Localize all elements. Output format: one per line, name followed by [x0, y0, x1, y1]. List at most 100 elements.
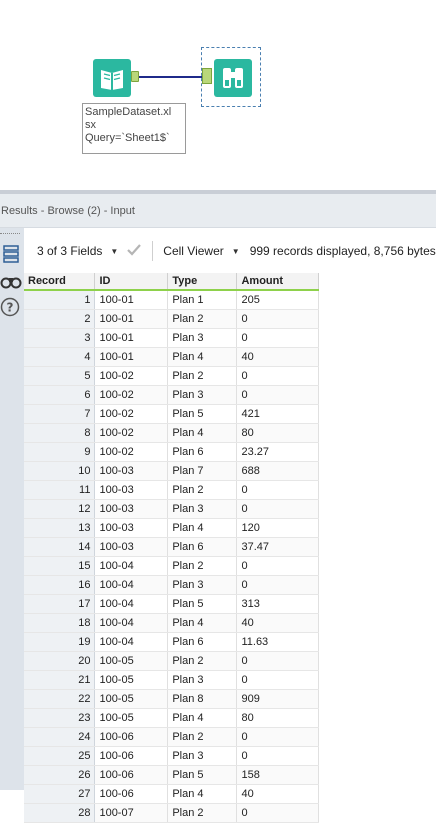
input-anchor[interactable]: [202, 68, 212, 84]
id-cell[interactable]: 100-03: [94, 499, 169, 519]
connection-line[interactable]: [131, 76, 203, 78]
table-row[interactable]: 13 100-03 Plan 4 120: [24, 518, 319, 538]
record-cell[interactable]: 16: [24, 575, 96, 595]
amount-cell[interactable]: 0: [236, 803, 319, 823]
type-cell[interactable]: Plan 2: [167, 651, 238, 671]
amount-cell[interactable]: 0: [236, 385, 319, 405]
table-row[interactable]: 25 100-06 Plan 30: [24, 746, 319, 766]
type-cell[interactable]: Plan 4: [167, 613, 238, 633]
type-cell[interactable]: Plan 6: [167, 632, 238, 652]
amount-cell[interactable]: 421: [236, 404, 319, 424]
table-row[interactable]: 22 100-05 Plan 8 909: [24, 689, 319, 709]
type-cell[interactable]: Plan 6: [167, 537, 238, 557]
rail-grip[interactable]: [0, 233, 20, 237]
type-cell[interactable]: Plan 4: [167, 518, 238, 538]
id-cell[interactable]: 100-04: [94, 613, 169, 633]
id-cell[interactable]: 100-04: [94, 575, 169, 595]
results-grid[interactable]: Record ID Type Amount 1 100-01 Plan 1 205 2 1…: [24, 273, 319, 823]
browse-tool[interactable]: [214, 59, 252, 97]
record-cell[interactable]: 23: [24, 708, 96, 728]
id-cell[interactable]: 100-06: [94, 765, 169, 785]
record-cell[interactable]: 17: [24, 594, 96, 614]
table-row[interactable]: 21 100-05 Plan 30: [24, 670, 319, 690]
table-row[interactable]: 2 100-01 Plan 20: [24, 309, 319, 329]
column-header-type[interactable]: Type: [167, 273, 238, 291]
amount-cell[interactable]: 0: [236, 746, 319, 766]
id-cell[interactable]: 100-02: [94, 385, 169, 405]
type-cell[interactable]: Plan 2: [167, 309, 238, 329]
id-cell[interactable]: 100-06: [94, 746, 169, 766]
record-cell[interactable]: 25: [24, 746, 96, 766]
amount-cell[interactable]: 40: [236, 613, 319, 633]
table-row[interactable]: 11 100-03 Plan 20: [24, 480, 319, 500]
amount-cell[interactable]: 688: [236, 461, 319, 481]
record-cell[interactable]: 12: [24, 499, 96, 519]
fields-dropdown[interactable]: 3 of 3 Fields ▼: [37, 244, 118, 258]
record-cell[interactable]: 9: [24, 442, 96, 462]
id-cell[interactable]: 100-01: [94, 347, 169, 367]
amount-cell[interactable]: 0: [236, 727, 319, 747]
input-data-tool[interactable]: [93, 59, 131, 97]
table-row[interactable]: 24 100-06 Plan 20: [24, 727, 319, 747]
type-cell[interactable]: Plan 7: [167, 461, 238, 481]
type-cell[interactable]: Plan 2: [167, 366, 238, 386]
column-header-record[interactable]: Record: [24, 273, 96, 291]
record-cell[interactable]: 21: [24, 670, 96, 690]
record-cell[interactable]: 4: [24, 347, 96, 367]
type-cell[interactable]: Plan 8: [167, 689, 238, 709]
type-cell[interactable]: Plan 5: [167, 765, 238, 785]
table-row[interactable]: 17 100-04 Plan 5 313: [24, 594, 319, 614]
column-header-amount[interactable]: Amount: [236, 273, 319, 291]
record-cell[interactable]: 11: [24, 480, 96, 500]
check-icon[interactable]: [126, 243, 142, 260]
table-row[interactable]: 9 100-02 Plan 6 23.27: [24, 442, 319, 462]
table-icon[interactable]: [0, 243, 22, 265]
type-cell[interactable]: Plan 5: [167, 404, 238, 424]
table-row[interactable]: 18 100-04 Plan 4 40: [24, 613, 319, 633]
record-cell[interactable]: 5: [24, 366, 96, 386]
table-row[interactable]: 10 100-03 Plan 7 688: [24, 461, 319, 481]
amount-cell[interactable]: 40: [236, 347, 319, 367]
record-cell[interactable]: 8: [24, 423, 96, 443]
id-cell[interactable]: 100-07: [94, 803, 169, 823]
id-cell[interactable]: 100-01: [94, 290, 169, 310]
id-cell[interactable]: 100-05: [94, 708, 169, 728]
id-cell[interactable]: 100-02: [94, 423, 169, 443]
type-cell[interactable]: Plan 2: [167, 727, 238, 747]
table-row[interactable]: 6 100-02 Plan 30: [24, 385, 319, 405]
type-cell[interactable]: Plan 5: [167, 594, 238, 614]
id-cell[interactable]: 100-05: [94, 689, 169, 709]
amount-cell[interactable]: 158: [236, 765, 319, 785]
amount-cell[interactable]: 205: [236, 290, 319, 310]
table-row[interactable]: 20 100-05 Plan 20: [24, 651, 319, 671]
amount-cell[interactable]: 0: [236, 556, 319, 576]
amount-cell[interactable]: 120: [236, 518, 319, 538]
amount-cell[interactable]: 40: [236, 784, 319, 804]
binoculars-icon[interactable]: [0, 270, 22, 292]
table-row[interactable]: 3 100-01 Plan 30: [24, 328, 319, 348]
id-cell[interactable]: 100-03: [94, 480, 169, 500]
table-row[interactable]: 8 100-02 Plan 4 80: [24, 423, 319, 443]
id-cell[interactable]: 100-06: [94, 727, 169, 747]
record-cell[interactable]: 10: [24, 461, 96, 481]
table-row[interactable]: 26 100-06 Plan 5 158: [24, 765, 319, 785]
type-cell[interactable]: Plan 3: [167, 575, 238, 595]
type-cell[interactable]: Plan 4: [167, 784, 238, 804]
record-cell[interactable]: 7: [24, 404, 96, 424]
record-cell[interactable]: 28: [24, 803, 96, 823]
amount-cell[interactable]: 0: [236, 366, 319, 386]
table-row[interactable]: 7 100-02 Plan 5 421: [24, 404, 319, 424]
help-icon[interactable]: ?: [0, 296, 22, 318]
id-cell[interactable]: 100-05: [94, 651, 169, 671]
record-cell[interactable]: 20: [24, 651, 96, 671]
amount-cell[interactable]: 80: [236, 708, 319, 728]
type-cell[interactable]: Plan 4: [167, 423, 238, 443]
record-cell[interactable]: 1: [24, 290, 96, 310]
cell-viewer-dropdown[interactable]: Cell Viewer ▼: [163, 244, 239, 258]
table-row[interactable]: 19 100-04 Plan 6 11.63: [24, 632, 319, 652]
id-cell[interactable]: 100-06: [94, 784, 169, 804]
id-cell[interactable]: 100-01: [94, 309, 169, 329]
type-cell[interactable]: Plan 3: [167, 670, 238, 690]
record-cell[interactable]: 26: [24, 765, 96, 785]
table-row[interactable]: 28 100-07 Plan 20: [24, 803, 319, 823]
